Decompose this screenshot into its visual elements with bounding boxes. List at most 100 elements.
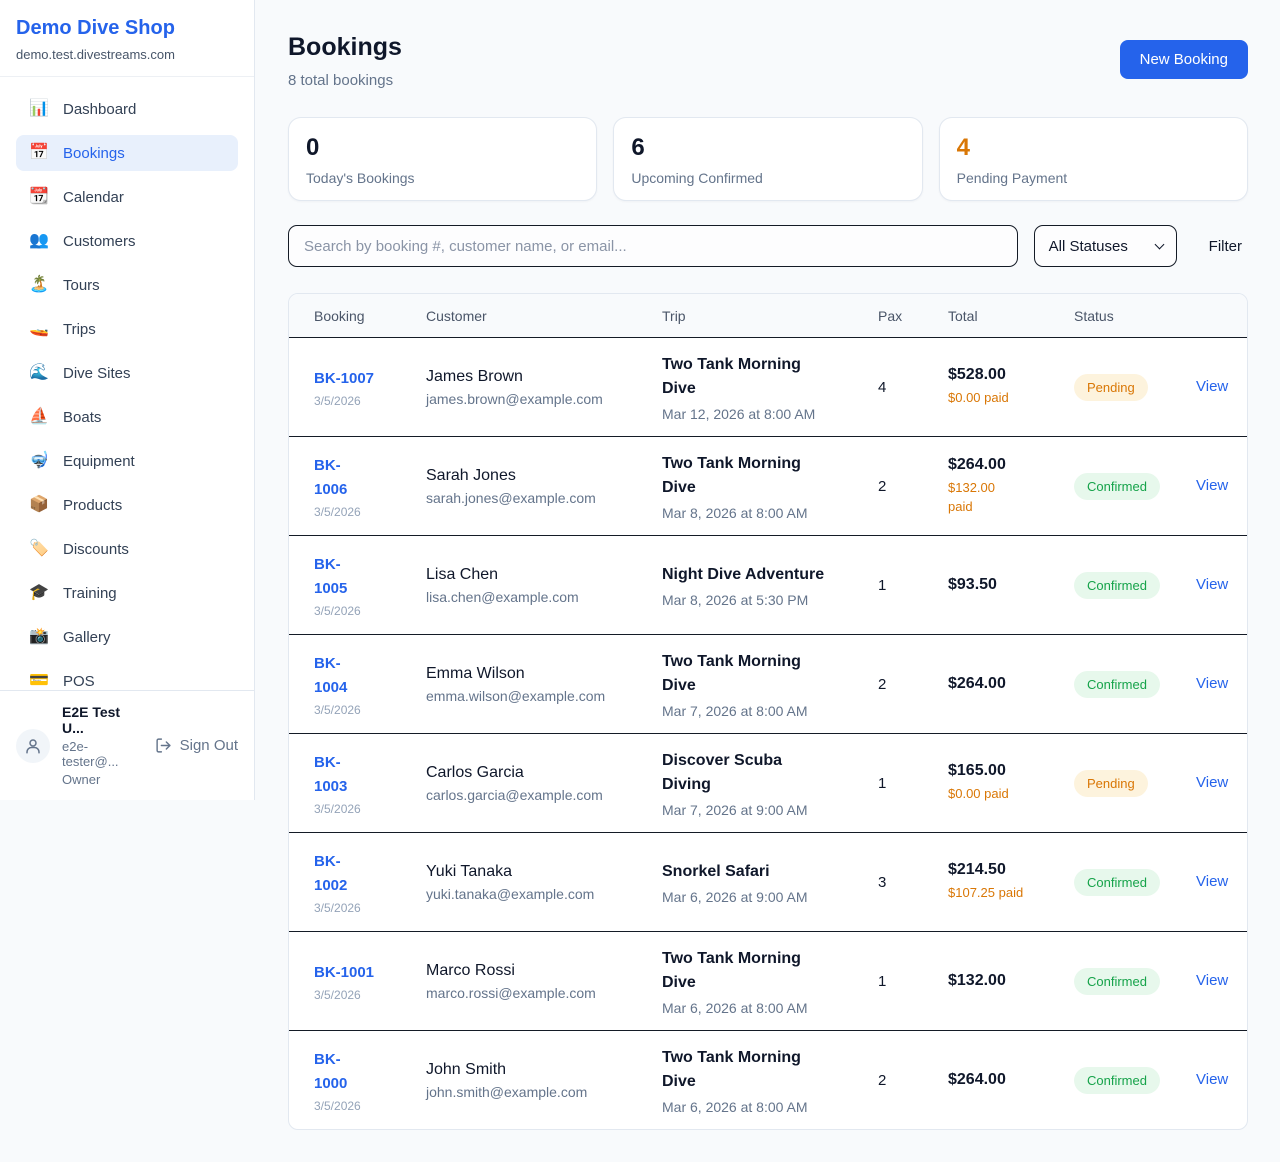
sidebar-item-dive-sites[interactable]: 🌊 Dive Sites xyxy=(16,355,238,391)
sign-out-label: Sign Out xyxy=(180,737,238,754)
view-link[interactable]: View xyxy=(1184,873,1228,890)
filter-button[interactable]: Filter xyxy=(1203,238,1248,255)
status-badge: Confirmed xyxy=(1074,968,1160,995)
table-row: BK-1001 3/5/2026 Marco Rossi marco.rossi… xyxy=(289,931,1247,1030)
stats-row: 0 Today's Bookings 6 Upcoming Confirmed … xyxy=(288,117,1248,201)
customer-name: Marco Rossi xyxy=(426,962,650,980)
booking-id-link[interactable]: BK- 1004 xyxy=(314,652,414,700)
booking-id-link[interactable]: BK- 1000 xyxy=(314,1048,414,1096)
brand: Demo Dive Shop demo.test.divestreams.com xyxy=(0,0,254,77)
user-email: e2e-tester@... xyxy=(62,739,143,769)
dive-sites-icon: 🌊 xyxy=(29,365,49,381)
sidebar-item-label: Training xyxy=(63,585,117,602)
view-link[interactable]: View xyxy=(1184,576,1228,593)
sign-out-button[interactable]: Sign Out xyxy=(155,737,238,754)
view-link[interactable]: View xyxy=(1184,774,1228,791)
sidebar-item-label: Dashboard xyxy=(63,101,136,118)
customer-email: lisa.chen@example.com xyxy=(426,589,650,605)
table-row: BK-1007 3/5/2026 James Brown james.brown… xyxy=(289,337,1247,436)
stat-value: 0 xyxy=(306,135,579,161)
booking-id-link[interactable]: BK- 1006 xyxy=(314,454,414,502)
bookings-table: BookingCustomerTripPaxTotalStatus BK-100… xyxy=(288,293,1248,1130)
view-link[interactable]: View xyxy=(1184,972,1228,989)
sidebar-item-label: Bookings xyxy=(63,145,125,162)
sidebar-item-dashboard[interactable]: 📊 Dashboard xyxy=(16,91,238,127)
new-booking-button[interactable]: New Booking xyxy=(1120,40,1248,79)
sidebar-item-calendar[interactable]: 📆 Calendar xyxy=(16,179,238,215)
view-link[interactable]: View xyxy=(1184,1071,1228,1088)
pax-count: 3 xyxy=(878,874,948,891)
sidebar-item-bookings[interactable]: 📅 Bookings xyxy=(16,135,238,171)
view-link[interactable]: View xyxy=(1184,675,1228,692)
column-header-pax: Pax xyxy=(878,308,948,324)
sidebar-item-label: Discounts xyxy=(63,541,129,558)
stat-label: Today's Bookings xyxy=(306,170,579,186)
total-amount: $132.00 xyxy=(948,972,1062,990)
table-row: BK- 1006 3/5/2026 Sarah Jones sarah.jone… xyxy=(289,436,1247,535)
status-filter-value: All Statuses xyxy=(1049,238,1128,255)
booking-id-link[interactable]: BK-1001 xyxy=(314,961,414,985)
training-icon: 🎓 xyxy=(29,585,49,601)
customer-email: sarah.jones@example.com xyxy=(426,490,650,506)
dashboard-icon: 📊 xyxy=(29,101,49,117)
view-link[interactable]: View xyxy=(1184,378,1228,395)
sidebar-item-trips[interactable]: 🚤 Trips xyxy=(16,311,238,347)
customer-name: Emma Wilson xyxy=(426,665,650,683)
sidebar-item-training[interactable]: 🎓 Training xyxy=(16,575,238,611)
sidebar-item-gallery[interactable]: 📸 Gallery xyxy=(16,619,238,655)
customer-email: carlos.garcia@example.com xyxy=(426,787,650,803)
customer-email: john.smith@example.com xyxy=(426,1084,650,1100)
status-filter-select[interactable]: All Statuses xyxy=(1034,225,1177,267)
status-badge: Confirmed xyxy=(1074,473,1160,500)
sidebar-item-label: Boats xyxy=(63,409,101,426)
sidebar-item-equipment[interactable]: 🤿 Equipment xyxy=(16,443,238,479)
boats-icon: ⛵ xyxy=(29,409,49,425)
table-row: BK- 1003 3/5/2026 Carlos Garcia carlos.g… xyxy=(289,733,1247,832)
pax-count: 1 xyxy=(878,577,948,594)
status-badge: Confirmed xyxy=(1074,869,1160,896)
sidebar-item-label: Products xyxy=(63,497,122,514)
booking-id-link[interactable]: BK- 1005 xyxy=(314,553,414,601)
trips-icon: 🚤 xyxy=(29,321,49,337)
customer-email: yuki.tanaka@example.com xyxy=(426,886,650,902)
customer-name: John Smith xyxy=(426,1061,650,1079)
booking-id-link[interactable]: BK-1007 xyxy=(314,367,414,391)
total-amount: $528.00 xyxy=(948,366,1062,384)
customer-name: Lisa Chen xyxy=(426,566,650,584)
booking-date: 3/5/2026 xyxy=(314,1099,414,1113)
sidebar-nav: 📊 Dashboard 📅 Bookings 📆 Calendar 👥 Cust… xyxy=(0,77,254,690)
booking-date: 3/5/2026 xyxy=(314,604,414,618)
column-header-customer: Customer xyxy=(426,308,662,324)
pax-count: 1 xyxy=(878,973,948,990)
sidebar-item-tours[interactable]: 🏝️ Tours xyxy=(16,267,238,303)
customer-name: Yuki Tanaka xyxy=(426,863,650,881)
sidebar-item-pos[interactable]: 💳 POS xyxy=(16,663,238,690)
sidebar-item-discounts[interactable]: 🏷️ Discounts xyxy=(16,531,238,567)
customer-email: james.brown@example.com xyxy=(426,391,650,407)
sidebar-item-label: Dive Sites xyxy=(63,365,131,382)
page-subtitle: 8 total bookings xyxy=(288,72,402,89)
page-header: Bookings 8 total bookings New Booking xyxy=(288,33,1248,89)
trip-time: Mar 6, 2026 at 9:00 AM xyxy=(662,889,866,905)
booking-id-link[interactable]: BK- 1002 xyxy=(314,850,414,898)
trip-time: Mar 8, 2026 at 5:30 PM xyxy=(662,592,866,608)
stat-label: Pending Payment xyxy=(957,170,1230,186)
total-amount: $264.00 xyxy=(948,1071,1062,1089)
trip-time: Mar 8, 2026 at 8:00 AM xyxy=(662,505,866,521)
view-link[interactable]: View xyxy=(1184,477,1228,494)
stat-value: 4 xyxy=(957,135,1230,161)
sidebar-item-products[interactable]: 📦 Products xyxy=(16,487,238,523)
stat-card: 4 Pending Payment xyxy=(939,117,1248,201)
trip-time: Mar 12, 2026 at 8:00 AM xyxy=(662,406,866,422)
sidebar-item-boats[interactable]: ⛵ Boats xyxy=(16,399,238,435)
sidebar-item-customers[interactable]: 👥 Customers xyxy=(16,223,238,259)
brand-domain: demo.test.divestreams.com xyxy=(16,47,238,62)
customer-name: Sarah Jones xyxy=(426,467,650,485)
booking-date: 3/5/2026 xyxy=(314,802,414,816)
booking-id-link[interactable]: BK- 1003 xyxy=(314,751,414,799)
page-title: Bookings xyxy=(288,33,402,62)
search-input[interactable] xyxy=(288,225,1018,267)
sidebar-item-label: Calendar xyxy=(63,189,124,206)
stat-card: 6 Upcoming Confirmed xyxy=(613,117,922,201)
trip-name: Night Dive Adventure xyxy=(662,563,866,587)
